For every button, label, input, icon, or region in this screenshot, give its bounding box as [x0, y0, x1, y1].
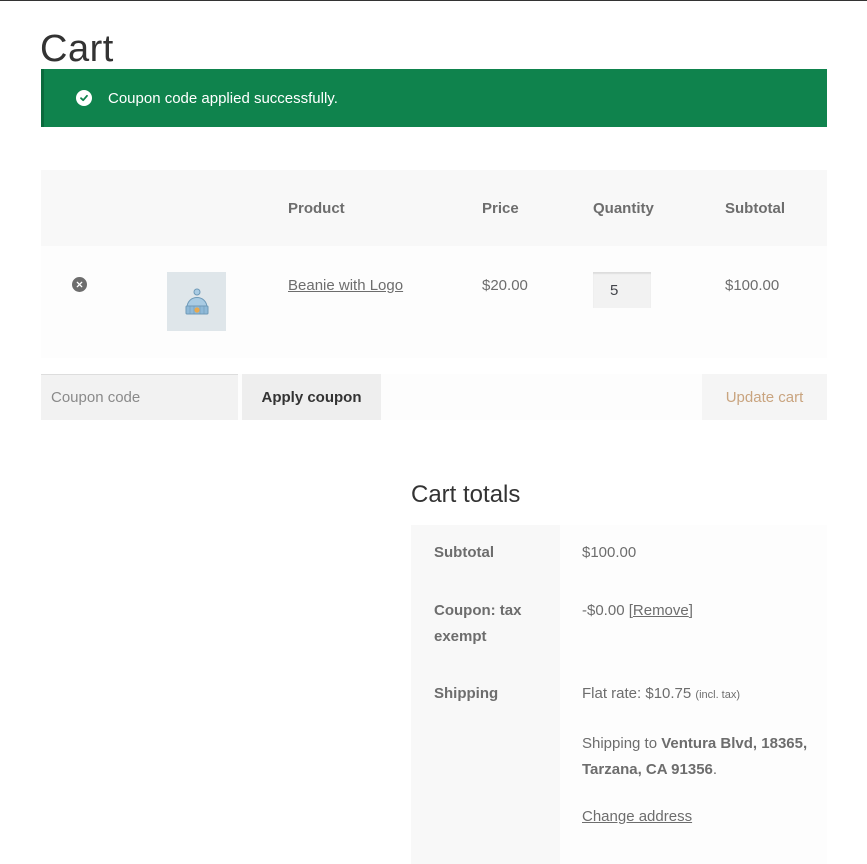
- header-quantity: Quantity: [593, 200, 654, 217]
- coupon-code-input[interactable]: [41, 374, 238, 420]
- cart-totals-table: Subtotal $100.00 Coupon: tax exempt -$0.…: [411, 525, 827, 864]
- coupon-label: Coupon: tax exempt: [434, 602, 522, 645]
- remove-coupon-link[interactable]: Remove: [633, 602, 689, 619]
- cart-table: Product Price Quantity Subtotal Beanie w…: [41, 170, 827, 358]
- header-product: Product: [288, 200, 345, 217]
- table-header: Product Price Quantity Subtotal: [41, 170, 827, 246]
- subtotal-label: Subtotal: [434, 544, 494, 561]
- shipping-label: Shipping: [434, 685, 499, 702]
- page-title: Cart: [40, 28, 114, 71]
- remove-item-icon[interactable]: [72, 277, 87, 292]
- beanie-image: [185, 288, 208, 314]
- notice-text: Coupon code applied successfully.: [108, 89, 338, 107]
- apply-coupon-button[interactable]: Apply coupon: [242, 374, 381, 420]
- item-price: $20.00: [482, 277, 528, 294]
- shipping-period: .: [712, 761, 718, 778]
- header-price: Price: [482, 200, 519, 217]
- cart-actions: Apply coupon Update cart: [41, 374, 827, 420]
- shipping-tax-note: (incl. tax): [695, 689, 741, 701]
- update-cart-button[interactable]: Update cart: [702, 374, 827, 420]
- quantity-input[interactable]: [593, 272, 651, 308]
- shipping-destination: Shipping to Ventura Blvd, 18365, Tarzana…: [582, 731, 812, 783]
- check-circle-icon: [76, 90, 92, 106]
- shipping-rate: Flat rate: $10.75: [582, 685, 692, 702]
- shipping-rate-row: Flat rate: $10.75 (incl. tax): [582, 681, 740, 708]
- cart-totals-title: Cart totals: [411, 481, 521, 508]
- header-subtotal: Subtotal: [725, 200, 785, 217]
- coupon-value: -$0.00: [582, 602, 625, 619]
- success-notice: Coupon code applied successfully.: [41, 69, 827, 127]
- subtotal-value: $100.00: [582, 544, 637, 561]
- change-address-link[interactable]: Change address: [582, 804, 692, 830]
- shipping-to-prefix: Shipping to: [582, 735, 658, 752]
- product-link[interactable]: Beanie with Logo: [288, 277, 403, 294]
- table-row: Beanie with Logo $20.00 $100.00: [41, 246, 827, 358]
- item-subtotal: $100.00: [725, 277, 780, 294]
- coupon-value-row: -$0.00 [Remove]: [582, 598, 693, 624]
- product-thumbnail[interactable]: [167, 272, 226, 331]
- coupon-bracket-close: ]: [688, 602, 693, 619]
